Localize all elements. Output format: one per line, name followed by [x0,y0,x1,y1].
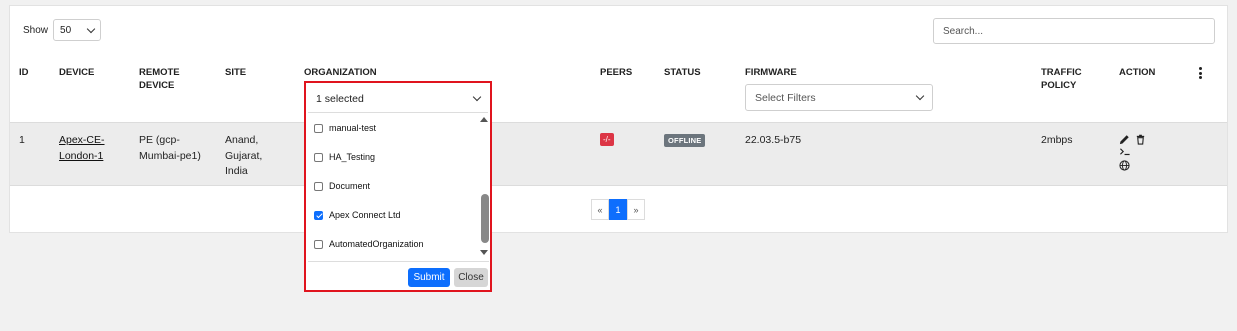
pagination-next[interactable]: » [627,199,645,220]
close-button[interactable]: Close [454,268,488,287]
peers-badge: -/- [600,133,614,146]
checkbox[interactable] [314,181,323,191]
scrollbar-thumb[interactable] [481,194,489,243]
header-firmware: FIRMWARE [745,67,797,78]
cell-site: Anand, Gujarat, India [225,133,262,180]
organization-option[interactable]: Document [314,181,370,191]
terminal-icon[interactable] [1119,146,1131,158]
organization-option[interactable]: manual-test [314,123,376,133]
scroll-down-arrow-icon[interactable] [480,250,488,255]
organization-option[interactable]: HA_Testing [314,152,375,162]
header-remote-device-line2: DEVICE [139,80,175,91]
organization-option[interactable]: AutomatedOrganization [314,239,424,249]
header-traffic-policy-line2: POLICY [1041,80,1077,91]
header-remote-device-line1: REMOTE [139,67,180,78]
header-id: ID [19,67,29,78]
cell-device-link[interactable]: Apex-CE- London-1 [59,133,105,164]
site-line1: Anand, [225,134,259,146]
firmware-filter-select[interactable]: Select Filters [745,84,933,111]
page-size-control: Show 50 [23,19,102,41]
scroll-up-arrow-icon[interactable] [480,117,488,122]
row-actions [1119,134,1164,172]
delete-trash-icon[interactable] [1135,134,1147,146]
organization-options-list: manual-test HA_Testing Document Apex Con… [308,114,489,259]
remote-line2: Mumbai-pe1) [139,149,201,162]
header-device: DEVICE [59,67,95,78]
page-size-value: 50 [60,24,72,36]
organization-option-label: HA_Testing [329,152,376,162]
organization-option-label: manual-test [329,123,377,133]
globe-icon[interactable] [1119,160,1131,172]
checkbox-checked[interactable] [314,210,323,220]
header-site: SITE [225,67,247,78]
edit-pencil-icon[interactable] [1119,134,1131,146]
header-peers: PEERS [600,67,633,78]
organization-filter-select[interactable]: 1 selected [308,85,488,113]
submit-button[interactable]: Submit [408,268,450,287]
device-link-line2[interactable]: London-1 [59,149,105,165]
organization-option[interactable]: Apex Connect Ltd [314,210,401,220]
organization-option-label: Apex Connect Ltd [329,210,401,220]
organization-filter-dropdown: 1 selected manual-test HA_Testing Docume… [304,81,492,292]
devices-table-card: Show 50 ID DEVICE REMOTE DEVICE SITE ORG… [9,5,1228,233]
cell-remote-device: PE (gcp- Mumbai-pe1) [139,133,201,164]
pagination-page-current[interactable]: 1 [609,199,627,220]
page-size-select[interactable]: 50 [53,19,102,41]
search-input[interactable] [933,18,1215,44]
site-line3: India [225,165,248,177]
pagination-prev[interactable]: « [591,199,609,220]
chevron-down-icon [915,91,925,101]
device-link-line1[interactable]: Apex-CE- [59,133,105,149]
cell-traffic-policy: 2mbps [1041,134,1073,146]
show-label: Show [23,24,49,36]
checkbox[interactable] [314,123,323,133]
header-organization: ORGANIZATION [304,67,377,78]
dropdown-footer: Submit Close [308,261,489,290]
organization-option-label: Document [329,181,371,191]
checkbox[interactable] [314,239,323,249]
site-line2: Gujarat, [225,149,263,162]
remote-line1: PE (gcp- [139,134,180,146]
pagination: « 1 » [591,199,645,220]
table-row: 1 Apex-CE- London-1 PE (gcp- Mumbai-pe1)… [10,122,1227,186]
chevron-down-icon [472,92,482,102]
header-status: STATUS [664,67,701,78]
header-remote-device: REMOTE DEVICE [139,66,180,92]
organization-option-label: AutomatedOrganization [329,239,424,249]
header-traffic-policy: TRAFFIC POLICY [1041,66,1082,92]
header-action: ACTION [1119,67,1156,78]
status-badge: OFFLINE [664,134,706,147]
chevron-down-icon [86,24,96,33]
firmware-filter-placeholder: Select Filters [755,91,816,104]
organization-filter-summary: 1 selected [316,92,364,105]
checkbox[interactable] [314,152,323,162]
cell-firmware: 22.03.5-b75 [745,134,802,146]
cell-id: 1 [19,134,25,146]
column-options-kebab-icon[interactable] [1199,67,1202,81]
header-traffic-policy-line1: TRAFFIC [1041,67,1082,78]
